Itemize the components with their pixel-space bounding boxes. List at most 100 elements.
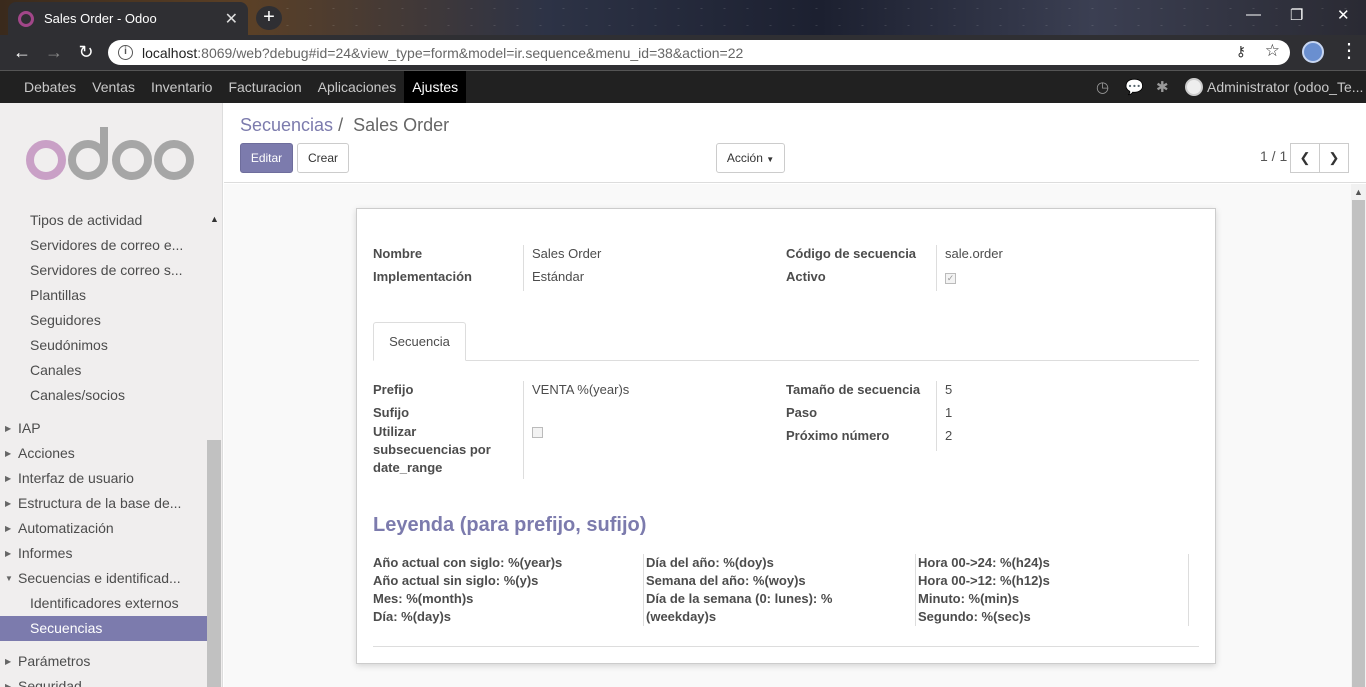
sidebar-group-label: Automatización — [18, 520, 114, 536]
pager-value[interactable]: 1 / 1 — [1260, 148, 1287, 164]
info-icon[interactable]: i — [118, 45, 133, 60]
edit-button[interactable]: Editar — [240, 143, 293, 173]
sidebar-item-tipos-actividad[interactable]: Tipos de actividad — [0, 208, 207, 233]
sidebar-scrollbar[interactable]: ▲ — [207, 210, 221, 687]
field-divider — [523, 381, 524, 479]
caret-down-icon: ▼ — [5, 574, 13, 583]
url-path: :8069/web?debug#id=24&view_type=form&mod… — [197, 44, 744, 61]
new-tab-plus-icon[interactable]: + — [256, 6, 282, 30]
minimize-icon[interactable]: — — [1246, 6, 1261, 23]
user-name: Administrator (odoo_Te... — [1207, 79, 1364, 95]
sidebar-group-estructura[interactable]: ▶ Estructura de la base de... — [0, 491, 207, 516]
legend-divider — [1188, 554, 1189, 626]
reload-icon[interactable]: ↻ — [70, 42, 102, 63]
sidebar: Tipos de actividad Servidores de correo … — [0, 103, 223, 687]
sidebar-scroll-thumb[interactable] — [207, 440, 221, 687]
close-icon[interactable]: ✕ — [225, 9, 238, 29]
sidebar-group-parametros[interactable]: ▶ Parámetros — [0, 649, 207, 674]
forward-arrow-icon[interactable]: → — [38, 42, 70, 63]
tamano-label: Tamaño de secuencia — [786, 382, 921, 397]
browser-tab-strip: Sales Order - Odoo ✕ + — ❐ ✕ — [0, 0, 1366, 35]
caret-right-icon: ▶ — [5, 524, 12, 533]
menu-facturacion[interactable]: Facturacion — [220, 71, 309, 103]
clock-icon[interactable]: ◷ — [1096, 78, 1109, 96]
field-divider — [936, 381, 937, 451]
browser-tab[interactable]: Sales Order - Odoo ✕ — [8, 2, 248, 35]
profile-avatar-icon[interactable] — [1302, 41, 1324, 63]
user-menu[interactable]: Administrator (odoo_Te... — [1185, 71, 1363, 103]
bug-icon[interactable]: ✱ — [1156, 78, 1169, 96]
tamano-value: 5 — [945, 382, 953, 397]
utilizar-label: Utilizar subsecuencias por date_range — [373, 423, 491, 477]
sidebar-group-seguridad[interactable]: ▶ Seguridad — [0, 674, 207, 687]
sidebar-item-seguidores[interactable]: Seguidores — [0, 308, 207, 333]
caret-right-icon: ▶ — [5, 657, 12, 666]
sidebar-item-servidores-entrante[interactable]: Servidores de correo e... — [0, 233, 207, 258]
legend-item: Segundo: %(sec)s — [918, 609, 1031, 624]
create-button[interactable]: Crear — [297, 143, 349, 173]
legend-item: Día: %(day)s — [373, 609, 452, 624]
caret-right-icon: ▶ — [5, 499, 12, 508]
scroll-up-icon[interactable]: ▲ — [210, 214, 219, 224]
codigo-label: Código de secuencia — [786, 246, 917, 261]
scroll-up-icon[interactable]: ▲ — [1354, 187, 1363, 197]
field-divider — [523, 245, 524, 291]
tab-divider — [373, 360, 1199, 361]
control-panel: Secuencias / Sales Order Editar Crear Ac… — [224, 103, 1366, 183]
menu-ventas[interactable]: Ventas — [84, 71, 143, 103]
prefijo-label: Prefijo — [373, 382, 414, 397]
url-host: localhost — [142, 44, 198, 61]
menu-debates[interactable]: Debates — [16, 71, 84, 103]
sidebar-item-servidores-saliente[interactable]: Servidores de correo s... — [0, 258, 207, 283]
restore-icon[interactable]: ❐ — [1290, 6, 1303, 24]
sidebar-group-iap[interactable]: ▶ IAP — [0, 416, 207, 441]
sidebar-item-secuencias[interactable]: Secuencias — [0, 616, 207, 641]
window-close-icon[interactable]: ✕ — [1337, 6, 1350, 24]
caret-right-icon: ▶ — [5, 682, 12, 687]
back-arrow-icon[interactable]: ← — [6, 42, 38, 63]
kebab-menu-icon[interactable]: ⋮ — [1339, 39, 1359, 63]
legend-item: Mes: %(month)s — [373, 591, 474, 606]
main-scroll-thumb[interactable] — [1352, 200, 1365, 687]
sidebar-group-informes[interactable]: ▶ Informes — [0, 541, 207, 566]
menu-ajustes[interactable]: Ajustes — [404, 71, 467, 103]
sidebar-group-interfaz[interactable]: ▶ Interfaz de usuario — [0, 466, 207, 491]
sidebar-group-label: Acciones — [18, 445, 75, 461]
field-divider — [936, 245, 937, 291]
utilizar-label-line: subsecuencias por — [373, 442, 491, 457]
sidebar-group-automatizacion[interactable]: ▶ Automatización — [0, 516, 207, 541]
breadcrumb-separator: / — [338, 115, 344, 135]
address-bar-row: ← → ↻ i localhost:8069/web?debug#id=24&v… — [0, 35, 1366, 70]
sidebar-group-acciones[interactable]: ▶ Acciones — [0, 441, 207, 466]
tab-secuencia[interactable]: Secuencia — [373, 322, 466, 361]
sidebar-group-label: IAP — [18, 420, 41, 436]
caret-right-icon: ▶ — [5, 449, 12, 458]
sidebar-group-secuencias[interactable]: ▼ Secuencias e identificad... — [0, 566, 207, 591]
odoo-top-navbar: Debates Ventas Inventario Facturacion Ap… — [0, 70, 1366, 103]
sidebar-item-canales-socios[interactable]: Canales/socios — [0, 383, 207, 408]
chat-icon[interactable]: 💬 — [1125, 78, 1144, 96]
caret-right-icon: ▶ — [5, 424, 12, 433]
pager-next-icon[interactable]: ❯ — [1319, 143, 1349, 173]
url-input[interactable]: i localhost:8069/web?debug#id=24&view_ty… — [108, 40, 1290, 65]
odoo-logo — [26, 127, 194, 180]
sidebar-item-identificadores[interactable]: Identificadores externos — [0, 591, 207, 616]
legend-divider — [643, 554, 644, 626]
main-scrollbar[interactable]: ▲ — [1351, 184, 1366, 687]
sidebar-item-seudonimos[interactable]: Seudónimos — [0, 333, 207, 358]
caret-right-icon: ▶ — [5, 474, 12, 483]
action-dropdown[interactable]: Acción ▼ — [716, 143, 785, 173]
sidebar-menu: Tipos de actividad Servidores de correo … — [0, 208, 207, 687]
key-icon[interactable]: ⚷ — [1236, 43, 1246, 60]
sidebar-item-plantillas[interactable]: Plantillas — [0, 283, 207, 308]
activo-checkbox: ✓ — [945, 273, 956, 284]
pager-previous-icon[interactable]: ❮ — [1290, 143, 1320, 173]
sidebar-item-canales[interactable]: Canales — [0, 358, 207, 383]
proximo-label: Próximo número — [786, 428, 890, 443]
sidebar-group-label: Seguridad — [18, 678, 82, 687]
menu-aplicaciones[interactable]: Aplicaciones — [310, 71, 405, 103]
star-icon[interactable]: ☆ — [1265, 41, 1280, 61]
breadcrumb-secuencias-link[interactable]: Secuencias — [240, 115, 333, 135]
menu-inventario[interactable]: Inventario — [143, 71, 220, 103]
activo-label: Activo — [786, 269, 826, 284]
